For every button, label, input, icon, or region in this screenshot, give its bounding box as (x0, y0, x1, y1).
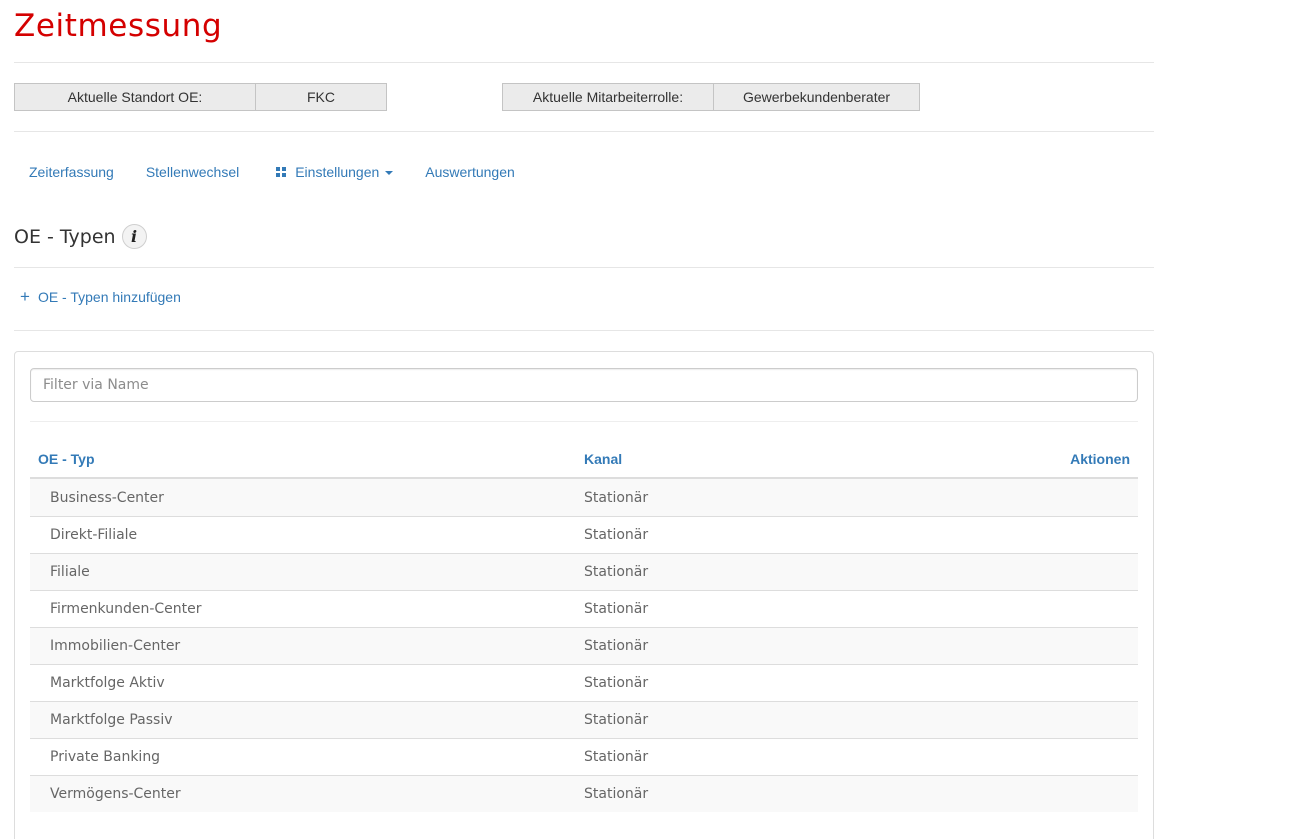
main-nav: Zeiterfassung Stellenwechsel Einstellung… (14, 155, 530, 189)
table-body: Business-Center Stationär Direkt-Filiale… (30, 479, 1138, 812)
column-header-aktionen[interactable]: Aktionen (884, 451, 1138, 467)
divider (14, 330, 1154, 331)
table-row[interactable]: Filiale Stationär (30, 553, 1138, 590)
cell-kanal: Stationär (584, 489, 649, 506)
page-container: Zeitmessung Aktuelle Standort OE: FKC Ak… (14, 0, 1154, 839)
table-row[interactable]: Direkt-Filiale Stationär (30, 516, 1138, 553)
divider (14, 62, 1154, 63)
table-row[interactable]: Firmenkunden-Center Stationär (30, 590, 1138, 627)
cell-kanal: Stationär (584, 675, 649, 691)
info-icon[interactable]: i (121, 224, 147, 249)
table-row[interactable]: Private Banking Stationär (30, 738, 1138, 775)
table-row[interactable]: Marktfolge Passiv Stationär (30, 701, 1138, 738)
cell-kanal: Stationär (584, 638, 649, 654)
grid-icon (276, 167, 287, 177)
cell-oe-typ: Filiale (50, 564, 90, 580)
table-row[interactable]: Immobilien-Center Stationär (30, 627, 1138, 664)
add-oe-typ-label: OE - Typen hinzufügen (37, 288, 181, 305)
column-header-oe-typ[interactable]: OE - Typ (30, 451, 584, 467)
section-heading: OE - Typen i (14, 224, 147, 249)
standort-value: FKC (255, 84, 386, 110)
cell-kanal: Stationär (584, 749, 649, 765)
divider (30, 421, 1138, 422)
cell-kanal: Stationär (584, 712, 649, 728)
plus-icon: + (20, 287, 30, 306)
cell-oe-typ: Immobilien-Center (50, 638, 181, 654)
rolle-info-box: Aktuelle Mitarbeiterrolle: Gewerbekunden… (502, 83, 920, 111)
table-row[interactable]: Marktfolge Aktiv Stationär (30, 664, 1138, 701)
nav-item-auswertungen[interactable]: Auswertungen (408, 155, 530, 189)
cell-oe-typ: Direkt-Filiale (50, 527, 138, 543)
nav-item-label: Stellenwechsel (145, 164, 240, 180)
cell-oe-typ: Marktfolge Aktiv (50, 675, 165, 691)
divider (14, 131, 1154, 132)
cell-oe-typ: Marktfolge Passiv (50, 712, 173, 728)
caret-down-icon (385, 171, 394, 175)
cell-kanal: Stationär (584, 564, 649, 580)
app-title: Zeitmessung (14, 8, 223, 44)
nav-item-zeiterfassung[interactable]: Zeiterfassung (14, 155, 129, 189)
table-row[interactable]: Vermögens-Center Stationär (30, 775, 1138, 812)
oe-typen-panel: OE - Typ Kanal Aktionen Business-Center … (14, 351, 1154, 839)
add-oe-typ-button[interactable]: + OE - Typen hinzufügen (20, 288, 181, 305)
cell-kanal: Stationär (584, 527, 649, 543)
cell-kanal: Stationär (584, 601, 649, 617)
filter-input[interactable] (30, 368, 1138, 402)
divider (14, 267, 1154, 268)
nav-item-label: Auswertungen (425, 164, 515, 180)
cell-oe-typ: Firmenkunden-Center (50, 601, 202, 617)
rolle-label: Aktuelle Mitarbeiterrolle: (532, 89, 684, 105)
nav-item-einstellungen[interactable]: Einstellungen (254, 155, 408, 189)
column-header-kanal[interactable]: Kanal (584, 451, 884, 467)
cell-oe-typ: Business-Center (50, 489, 164, 506)
standort-info-box: Aktuelle Standort OE: FKC (14, 83, 387, 111)
section-title: OE - Typen (14, 225, 116, 248)
nav-item-label: Zeiterfassung (29, 164, 114, 180)
table-row[interactable]: Business-Center Stationär (30, 479, 1138, 516)
oe-typen-table: OE - Typ Kanal Aktionen Business-Center … (30, 440, 1138, 812)
table-header: OE - Typ Kanal Aktionen (30, 440, 1138, 479)
nav-item-stellenwechsel[interactable]: Stellenwechsel (129, 155, 254, 189)
cell-oe-typ: Private Banking (50, 749, 161, 765)
cell-oe-typ: Vermögens-Center (50, 786, 181, 802)
standort-label: Aktuelle Standort OE: (67, 89, 203, 105)
nav-item-label: Einstellungen (295, 164, 380, 180)
rolle-value: Gewerbekundenberater (713, 84, 919, 110)
cell-kanal: Stationär (584, 786, 649, 802)
